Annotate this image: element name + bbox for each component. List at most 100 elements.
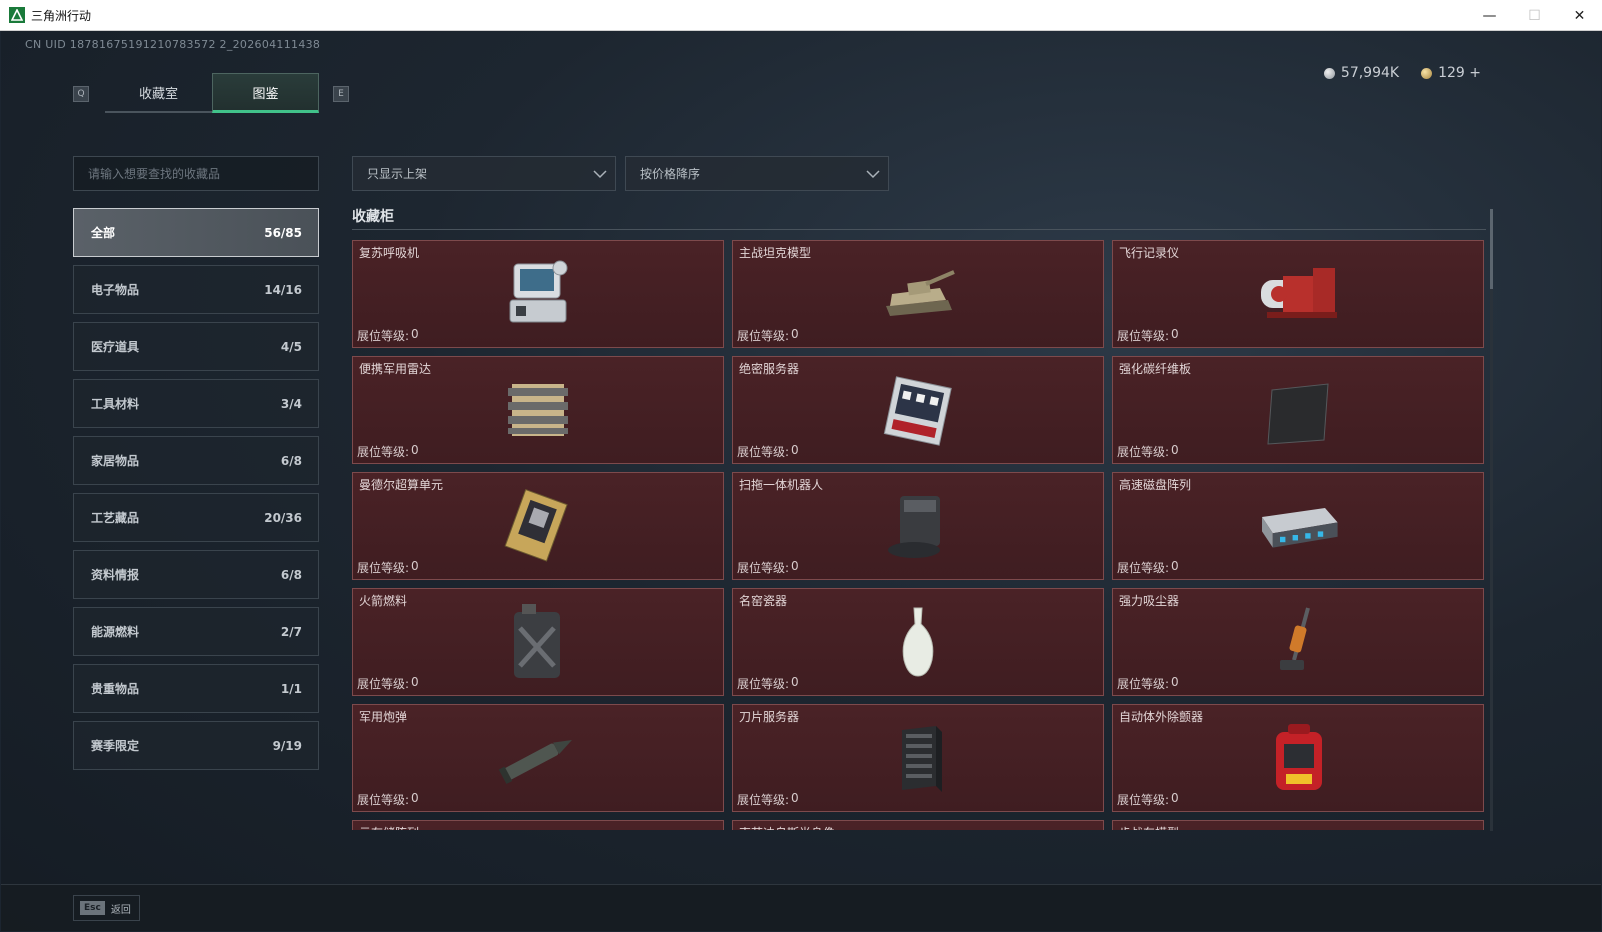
category-count: 6/8 (280, 453, 302, 468)
display-level-value: 0 (411, 791, 419, 805)
display-level-label: 展位等级: (1117, 445, 1170, 459)
collectible-card[interactable]: 火箭燃料 展位等级: 0 (352, 588, 724, 696)
collectible-card[interactable]: 自动体外除颤器 展位等级: 0 (1112, 704, 1484, 812)
scrollbar-thumb[interactable] (1490, 209, 1493, 289)
display-level-label: 展位等级: (357, 329, 410, 343)
category-item[interactable]: 医疗道具 4/5 (73, 322, 319, 371)
collectible-card[interactable]: 扫拖一体机器人 展位等级: 0 (732, 472, 1104, 580)
silver-currency: 57,994K (1323, 65, 1400, 81)
fuel-can-icon (493, 601, 583, 683)
category-label: 工具材料 (91, 397, 140, 411)
collection-search-input[interactable]: 请输入想要查找的收藏品 (73, 156, 319, 191)
sort-dropdown[interactable]: 按价格降序 (625, 156, 889, 191)
category-label: 资料情报 (91, 568, 140, 582)
display-level-value: 0 (791, 791, 799, 805)
gold-amount: 129 + (1438, 65, 1481, 81)
collectible-card[interactable]: 强化碳纤维板 展位等级: 0 (1112, 356, 1484, 464)
item-name: 云存储阵列 (359, 824, 419, 830)
collectible-card[interactable]: 刀片服务器 展位等级: 0 (732, 704, 1104, 812)
display-level-value: 0 (791, 443, 799, 457)
category-item[interactable]: 赛季限定 9/19 (73, 721, 319, 770)
tab-catalog[interactable]: 图鉴 (212, 73, 319, 113)
category-item[interactable]: 资料情报 6/8 (73, 550, 319, 599)
collectible-card[interactable]: 便携军用雷达 展位等级: 0 (352, 356, 724, 464)
category-item[interactable]: 电子物品 14/16 (73, 265, 319, 314)
category-item[interactable]: 全部 56/85 (73, 208, 319, 257)
display-level-value: 0 (411, 675, 419, 689)
display-level: 展位等级: 0 (357, 327, 419, 344)
radar-icon (493, 369, 583, 451)
category-item[interactable]: 家居物品 6/8 (73, 436, 319, 485)
esc-key-icon: Esc (80, 901, 105, 915)
maximize-button[interactable]: ☐ (1512, 0, 1557, 31)
display-level-label: 展位等级: (737, 677, 790, 691)
display-level: 展位等级: 0 (737, 791, 799, 808)
collectible-card[interactable]: 曼德尔超算单元 展位等级: 0 (352, 472, 724, 580)
bottom-bar: Esc 返回 (1, 884, 1601, 931)
display-level: 展位等级: 0 (357, 675, 419, 692)
display-level-value: 0 (791, 559, 799, 573)
display-level-value: 0 (1171, 327, 1179, 341)
top-tabs: 收藏室 图鉴 (105, 73, 319, 113)
category-label: 电子物品 (91, 283, 140, 297)
collectible-card[interactable]: 名窑瓷器 展位等级: 0 (732, 588, 1104, 696)
category-item[interactable]: 工具材料 3/4 (73, 379, 319, 428)
window-titlebar: 三角洲行动 — ☐ ✕ (0, 0, 1602, 31)
collectible-card[interactable]: 步战车模型 (1112, 820, 1484, 830)
app-logo-icon (9, 7, 25, 23)
shelf-filter-dropdown[interactable]: 只显示上架 (352, 156, 616, 191)
category-item[interactable]: 贵重物品 1/1 (73, 664, 319, 713)
supercomputer-icon (493, 485, 583, 567)
item-name: 主战坦克模型 (739, 246, 812, 260)
collectible-card[interactable]: 强力吸尘器 展位等级: 0 (1112, 588, 1484, 696)
display-level-label: 展位等级: (737, 445, 790, 459)
item-name: 绝密服务器 (739, 362, 800, 376)
item-name: 强化碳纤维板 (1119, 362, 1192, 376)
shelf-filter-value: 只显示上架 (367, 167, 428, 181)
collectible-card[interactable]: 绝密服务器展位等级: 0 (732, 356, 1104, 464)
display-level-label: 展位等级: (357, 445, 410, 459)
item-grid-viewport[interactable]: 复苏呼吸机 展位等级: 0 主战坦克模型 展位等级: 0 飞行记录仪 展位等级: 0 便携军用雷达… (352, 240, 1486, 830)
minimize-button[interactable]: — (1467, 0, 1512, 31)
artillery-shell-icon (493, 717, 583, 799)
collectible-card[interactable]: 军用炮弹 展位等级: 0 (352, 704, 724, 812)
display-level: 展位等级: 0 (1117, 327, 1179, 344)
display-level-value: 0 (791, 327, 799, 341)
category-label: 医疗道具 (91, 340, 140, 354)
collectible-card[interactable]: 云存储阵列 (352, 820, 724, 830)
display-level-value: 0 (411, 327, 419, 341)
item-name: 步战车模型 (1119, 824, 1179, 830)
disk-array-icon (1253, 485, 1343, 567)
display-level-label: 展位等级: (1117, 561, 1170, 575)
display-level: 展位等级: 0 (737, 559, 799, 576)
item-name: 自动体外除颤器 (1119, 710, 1204, 724)
gold-coin-icon (1421, 67, 1433, 79)
chevron-down-icon (593, 169, 607, 178)
gold-currency[interactable]: 129 + (1421, 65, 1481, 81)
display-level-label: 展位等级: (737, 793, 790, 807)
collectible-card[interactable]: 主战坦克模型 展位等级: 0 (732, 240, 1104, 348)
display-level: 展位等级: 0 (357, 791, 419, 808)
display-level-value: 0 (1171, 675, 1179, 689)
prev-tab-key-hint[interactable]: Q (73, 86, 89, 102)
tab-collection-room[interactable]: 收藏室 (105, 73, 212, 113)
silver-amount: 57,994K (1340, 65, 1400, 81)
category-count: 3/4 (280, 396, 302, 411)
porcelain-vase-icon (873, 601, 963, 683)
category-item[interactable]: 工艺藏品 20/36 (73, 493, 319, 542)
collectible-card[interactable]: 克劳迪乌斯半身像 (732, 820, 1104, 830)
grid-scrollbar[interactable] (1490, 209, 1493, 831)
item-name: 克劳迪乌斯半身像 (739, 824, 835, 830)
silver-coin-icon (1323, 67, 1335, 79)
display-level-label: 展位等级: (737, 329, 790, 343)
player-uid: CN UID 18781675191210783572 2_2026041114… (25, 38, 321, 51)
item-name: 强力吸尘器 (1119, 594, 1180, 608)
close-button[interactable]: ✕ (1557, 0, 1602, 31)
collectible-card[interactable]: 飞行记录仪 展位等级: 0 (1112, 240, 1484, 348)
collectible-card[interactable]: 高速磁盘阵列 展位等级: 0 (1112, 472, 1484, 580)
next-tab-key-hint[interactable]: E (333, 86, 349, 102)
back-button[interactable]: Esc 返回 (73, 895, 140, 921)
category-item[interactable]: 能源燃料 2/7 (73, 607, 319, 656)
collectible-card[interactable]: 复苏呼吸机 展位等级: 0 (352, 240, 724, 348)
category-count: 20/36 (264, 510, 302, 525)
